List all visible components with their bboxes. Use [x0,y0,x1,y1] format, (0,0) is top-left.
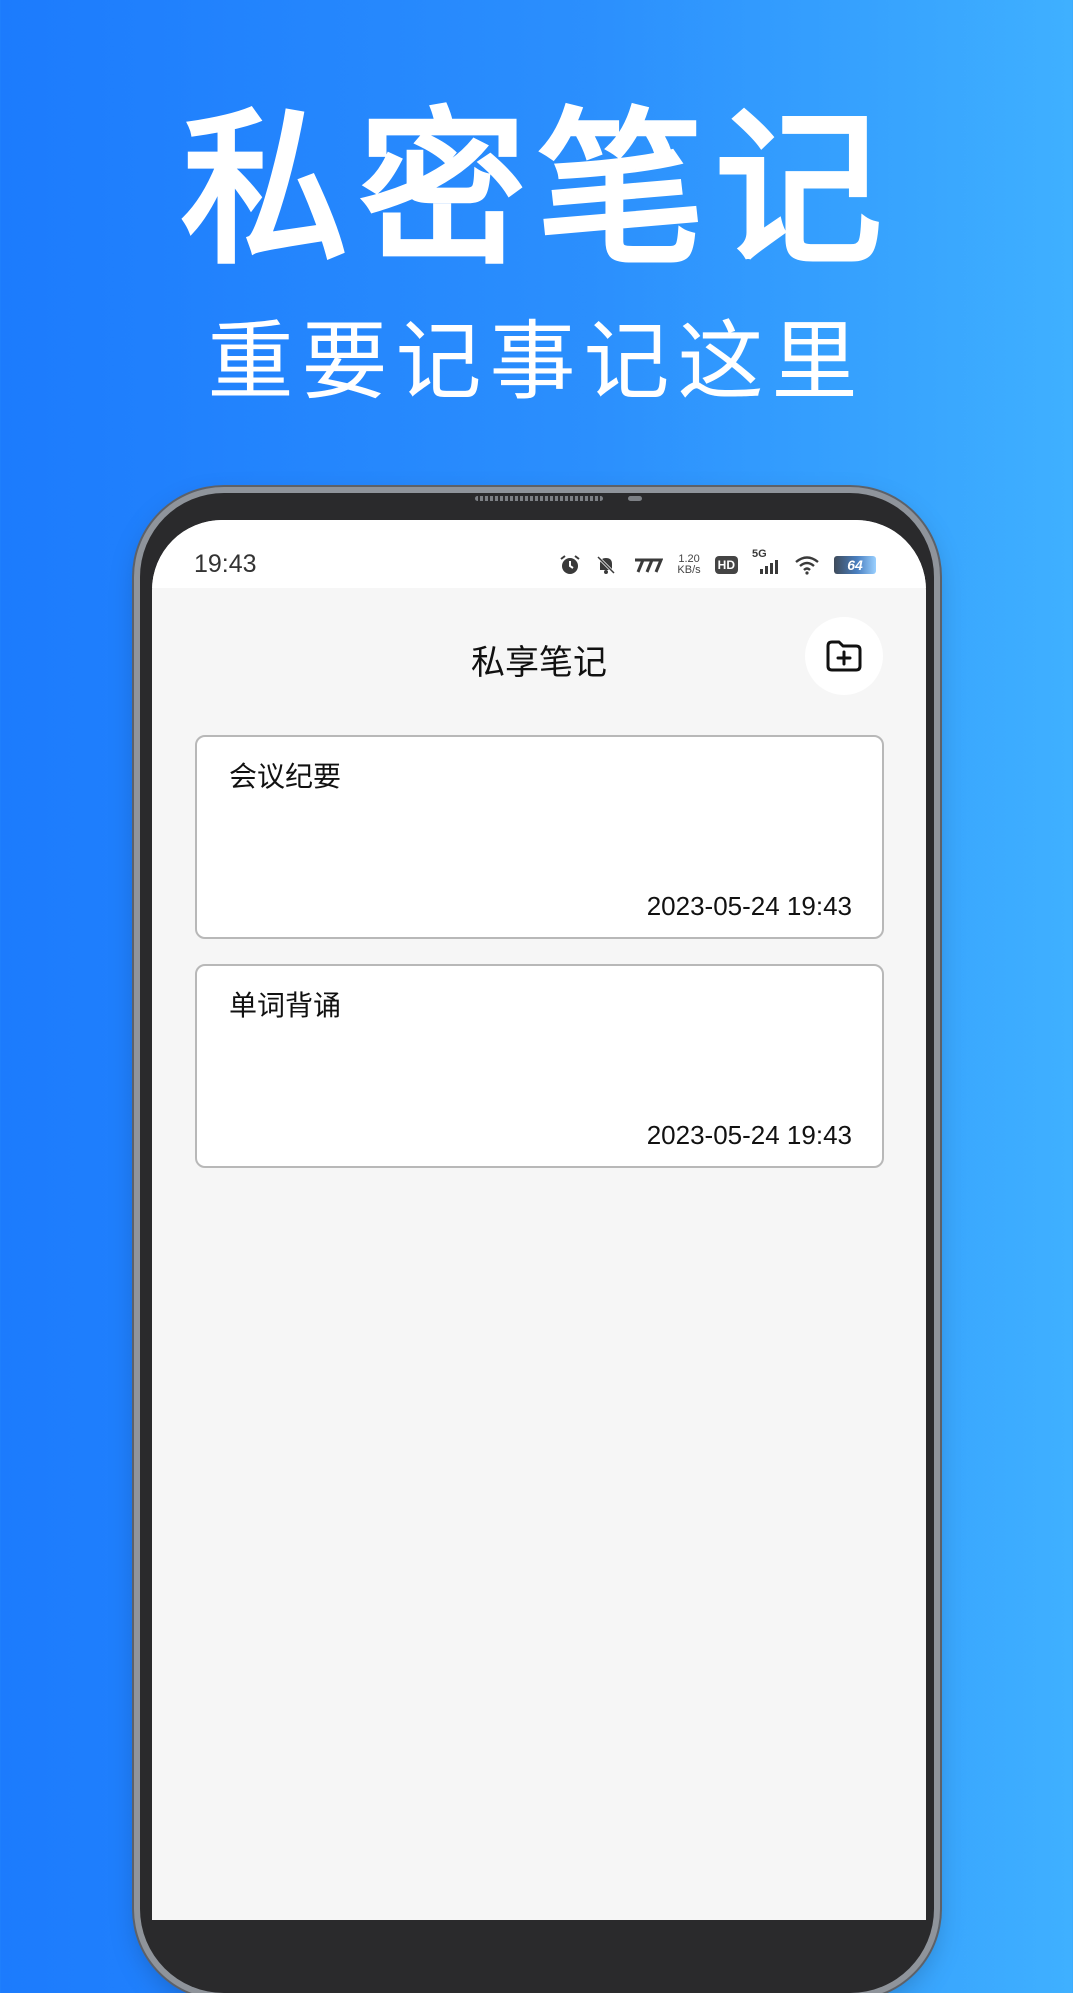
hd-badge: HD [714,556,738,574]
note-timestamp: 2023-05-24 19:43 [646,891,852,921]
note-card[interactable]: 单词背诵 2023-05-24 19:43 [195,964,884,1168]
carrier-logo-icon [631,556,664,574]
network-label: 5G [752,548,767,560]
phone-sensor [628,496,642,501]
net-speed-unit: KB/s [677,564,701,576]
wifi-icon [794,555,820,575]
note-title: 会议纪要 [229,760,342,793]
note-card[interactable]: 会议纪要 2023-05-24 19:43 [195,735,884,939]
note-list: 会议纪要 2023-05-24 19:43 单词背诵 2023-05-24 19… [195,735,884,1193]
net-speed: 1.20 KB/s [677,554,700,576]
battery-level: 64 [847,557,863,573]
phone-screen: 19:43 1.20 KB/s HD 5G 64 私享笔记 会议纪要 2023-… [152,520,926,1920]
promo-subline: 重要记事记这里 [207,312,866,412]
alarm-icon [559,554,581,576]
note-title: 单词背诵 [229,989,342,1022]
phone-speaker [475,496,603,501]
note-timestamp: 2023-05-24 19:43 [646,1120,852,1150]
status-bar: 19:43 1.20 KB/s HD 5G 64 [152,520,926,588]
battery-icon: 64 [834,556,876,574]
folder-plus-icon [824,638,864,674]
add-note-button[interactable] [805,617,883,695]
promo-headline: 私密笔记 [180,92,893,288]
mute-icon [595,554,617,576]
status-icons: 1.20 KB/s HD 5G 64 [559,548,876,578]
status-time: 19:43 [194,550,257,578]
signal-icon: 5G [752,548,780,576]
